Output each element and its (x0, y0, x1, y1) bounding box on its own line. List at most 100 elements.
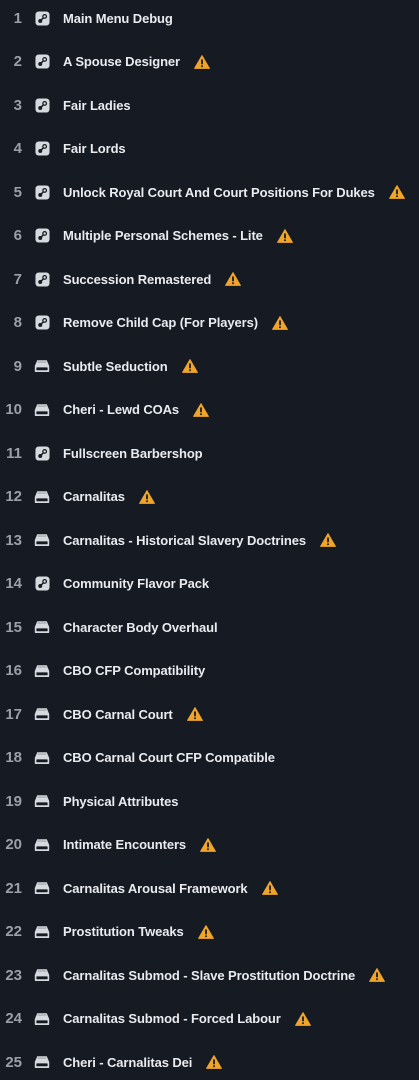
warning-icon[interactable] (181, 359, 198, 374)
mod-index: 4 (13, 140, 22, 158)
steam-workshop-icon (34, 97, 50, 113)
local-drive-icon (34, 358, 50, 374)
mod-index: 23 (5, 966, 22, 984)
mod-name: Character Body Overhaul (63, 619, 218, 635)
mod-row[interactable]: 11 Fullscreen Barbershop (0, 432, 419, 476)
mod-name: Unlock Royal Court And Court Positions F… (63, 184, 375, 200)
mod-row[interactable]: 16 CBO CFP Compatibility (0, 649, 419, 693)
steam-workshop-icon (34, 228, 50, 244)
local-drive-icon (34, 489, 50, 505)
warning-icon[interactable] (294, 1011, 311, 1026)
mod-row[interactable]: 19 Physical Attributes (0, 780, 419, 824)
local-drive-icon (34, 1054, 50, 1070)
steam-workshop-icon (34, 315, 50, 331)
local-drive-icon (34, 706, 50, 722)
mod-row[interactable]: 21 Carnalitas Arousal Framework (0, 867, 419, 911)
local-drive-icon (34, 924, 50, 940)
local-drive-icon (34, 793, 50, 809)
mod-row[interactable]: 6 Multiple Personal Schemes - Lite (0, 214, 419, 258)
warning-icon[interactable] (200, 837, 216, 852)
mod-row[interactable]: 14 Community Flavor Pack (0, 562, 419, 606)
mod-index: 24 (5, 1010, 22, 1028)
mod-row[interactable]: 3 Fair Ladies (0, 84, 419, 128)
mod-name: Carnalitas Submod - Forced Labour (63, 1011, 281, 1027)
mod-row[interactable]: 7 Succession Remastered (0, 258, 419, 302)
mod-row[interactable]: 23 Carnalitas Submod - Slave Prostitutio… (0, 954, 419, 998)
mod-index: 14 (5, 575, 22, 593)
mod-row[interactable]: 25 Cheri - Carnalitas Dei (0, 1041, 419, 1080)
mod-row[interactable]: 17 CBO Carnal Court (0, 693, 419, 737)
mod-name: A Spouse Designer (63, 54, 181, 70)
mod-name: Carnalitas - Historical Slavery Doctrine… (63, 532, 307, 548)
steam-workshop-icon (34, 576, 50, 592)
mod-row[interactable]: 1 Main Menu Debug (0, 0, 419, 40)
mod-index: 3 (13, 96, 22, 114)
mod-row[interactable]: 24 Carnalitas Submod - Forced Labour (0, 997, 419, 1041)
local-drive-icon (34, 402, 50, 418)
mod-row[interactable]: 20 Intimate Encounters (0, 823, 419, 867)
mod-row[interactable]: 13 Carnalitas - Historical Slavery Doctr… (0, 519, 419, 563)
warning-icon[interactable] (388, 185, 405, 200)
mod-row[interactable]: 9 Subtle Seduction (0, 345, 419, 389)
mod-row[interactable]: 2 A Spouse Designer (0, 40, 419, 84)
mod-name: Subtle Seduction (63, 358, 168, 374)
mod-index: 5 (13, 183, 22, 201)
local-drive-icon (34, 663, 50, 679)
mod-name: Remove Child Cap (For Players) (63, 315, 258, 331)
mod-name: Fullscreen Barbershop (63, 445, 203, 461)
steam-workshop-icon (34, 54, 50, 70)
mod-index: 15 (5, 618, 22, 636)
mod-row[interactable]: 18 CBO Carnal Court CFP Compatible (0, 736, 419, 780)
mod-index: 12 (5, 488, 22, 506)
mod-name: CBO Carnal Court CFP Compatible (63, 750, 275, 766)
mod-name: Succession Remastered (63, 271, 212, 287)
mod-index: 2 (13, 53, 22, 71)
warning-icon[interactable] (261, 881, 278, 896)
mod-row[interactable]: 4 Fair Lords (0, 127, 419, 171)
mod-index: 16 (5, 662, 22, 680)
mod-index: 8 (13, 314, 22, 332)
warning-icon[interactable] (276, 228, 293, 243)
warning-icon[interactable] (320, 533, 336, 548)
mod-list: 1 Main Menu Debug 2 A Spouse Designer 3 F… (0, 0, 419, 1080)
mod-name: Multiple Personal Schemes - Lite (63, 228, 263, 244)
mod-name: CBO Carnal Court (63, 706, 173, 722)
mod-row[interactable]: 8 Remove Child Cap (For Players) (0, 301, 419, 345)
mod-row[interactable]: 22 Prostitution Tweaks (0, 910, 419, 954)
mod-index: 19 (5, 792, 22, 810)
warning-icon[interactable] (193, 402, 209, 417)
warning-icon[interactable] (197, 924, 214, 939)
warning-icon[interactable] (186, 707, 203, 722)
mod-index: 17 (5, 705, 22, 723)
warning-icon[interactable] (206, 1055, 223, 1070)
mod-name: Prostitution Tweaks (63, 924, 184, 940)
steam-workshop-icon (34, 445, 50, 461)
mod-index: 9 (13, 357, 22, 375)
warning-icon[interactable] (194, 54, 210, 69)
warning-icon[interactable] (272, 315, 288, 330)
warning-icon[interactable] (138, 489, 155, 504)
mod-index: 25 (5, 1053, 22, 1071)
mod-name: Carnalitas (63, 489, 125, 505)
warning-icon[interactable] (225, 272, 242, 287)
local-drive-icon (34, 880, 50, 896)
mod-index: 11 (6, 444, 22, 462)
mod-index: 7 (13, 270, 22, 288)
warning-icon[interactable] (369, 968, 386, 983)
steam-workshop-icon (34, 10, 50, 26)
mod-row[interactable]: 10 Cheri - Lewd COAs (0, 388, 419, 432)
mod-name: Carnalitas Submod - Slave Prostitution D… (63, 967, 356, 983)
mod-row[interactable]: 12 Carnalitas (0, 475, 419, 519)
local-drive-icon (34, 837, 50, 853)
local-drive-icon (34, 532, 50, 548)
local-drive-icon (34, 967, 50, 983)
steam-workshop-icon (34, 184, 50, 200)
local-drive-icon (34, 1011, 50, 1027)
mod-index: 20 (5, 836, 22, 854)
mod-row[interactable]: 15 Character Body Overhaul (0, 606, 419, 650)
mod-index: 18 (5, 749, 22, 767)
mod-row[interactable]: 5 Unlock Royal Court And Court Positions… (0, 171, 419, 215)
mod-name: Main Menu Debug (63, 10, 173, 26)
local-drive-icon (34, 750, 50, 766)
mod-index: 1 (13, 9, 22, 27)
